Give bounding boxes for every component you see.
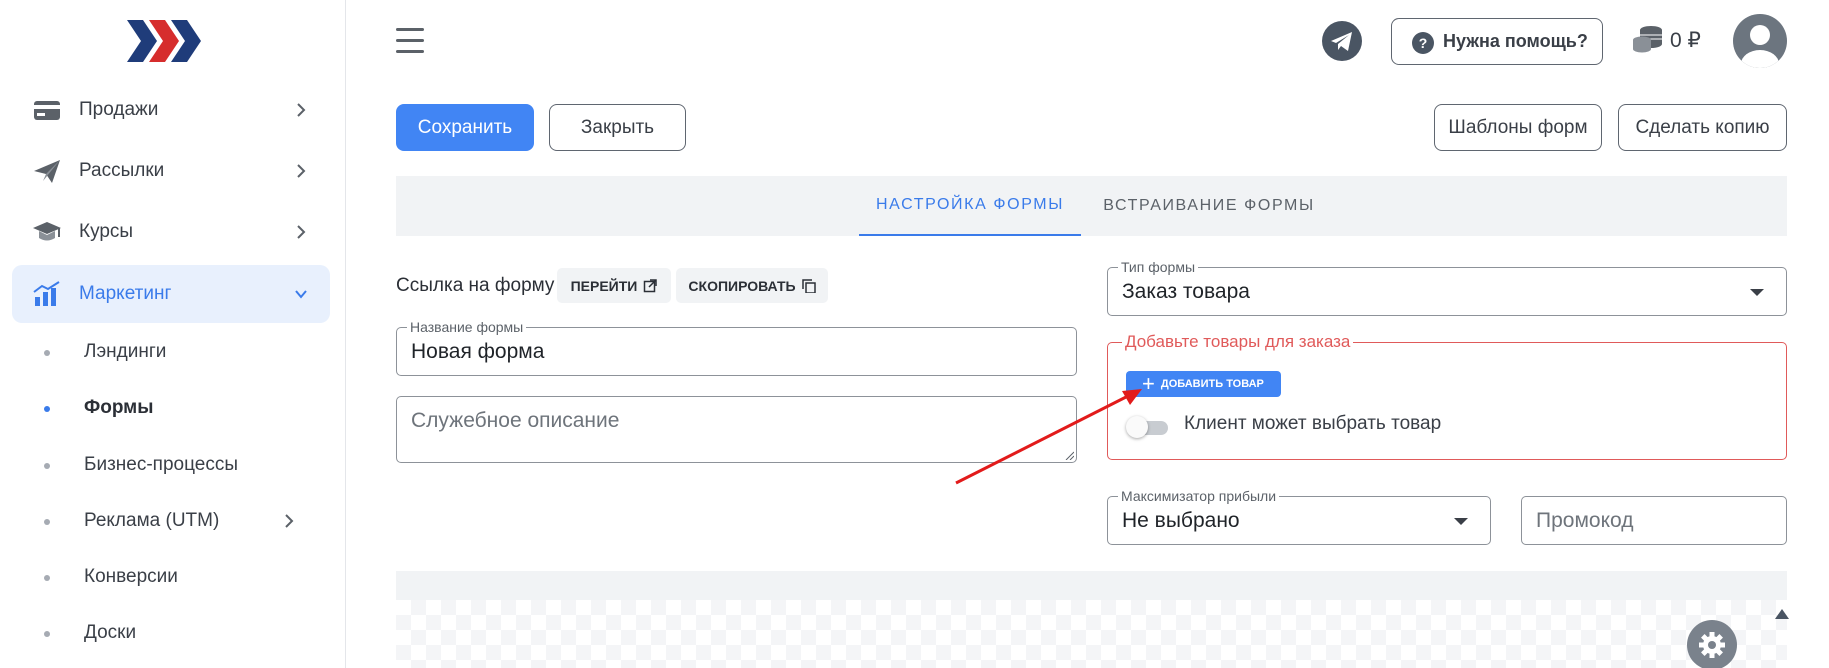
- chevron-down-icon: [294, 285, 308, 303]
- goto-link-button[interactable]: ПЕРЕЙТИ: [557, 268, 671, 303]
- sidebar-subitem-business-processes[interactable]: Бизнес-процессы: [0, 445, 340, 485]
- preview-canvas: [396, 600, 1787, 668]
- sidebar: Продажи Рассылки Курсы Маркетинг Лэндинг…: [0, 0, 346, 668]
- bullet-icon: [44, 575, 50, 581]
- tab-bar: НАСТРОЙКА ФОРМЫ ВСТРАИВАНИЕ ФОРМЫ: [396, 176, 1787, 236]
- sidebar-subitem-label: Реклама (UTM): [84, 510, 220, 531]
- external-link-icon: [644, 278, 658, 292]
- chevron-right-icon: [282, 512, 296, 530]
- help-button[interactable]: ? Нужна помощь?: [1391, 18, 1603, 65]
- question-icon: ?: [1412, 32, 1434, 54]
- sidebar-subitem-utm[interactable]: Реклама (UTM): [0, 501, 340, 541]
- sidebar-item-label: Маркетинг: [79, 283, 172, 304]
- sidebar-subitem-forms[interactable]: Формы: [0, 388, 340, 428]
- form-name-legend: Название формы: [407, 319, 527, 335]
- sidebar-item-marketing[interactable]: Маркетинг: [12, 265, 330, 323]
- help-button-label: Нужна помощь?: [1443, 31, 1588, 51]
- bullet-icon: [44, 463, 50, 469]
- graduation-cap-icon: [32, 218, 62, 246]
- avatar[interactable]: [1733, 14, 1787, 68]
- copy-link-button[interactable]: СКОПИРОВАТЬ: [676, 268, 828, 303]
- client-choice-label: Клиент может выбрать товар: [1184, 413, 1442, 434]
- chevron-right-icon: [294, 162, 308, 180]
- profit-maximizer-value: Не выбрано: [1122, 509, 1240, 532]
- promo-code-placeholder: Промокод: [1536, 509, 1634, 532]
- products-legend: Добавьте товары для заказа: [1122, 332, 1354, 352]
- add-product-label: ДОБАВИТЬ ТОВАР: [1160, 378, 1264, 390]
- sidebar-item-courses[interactable]: Курсы: [12, 203, 330, 261]
- save-button[interactable]: Сохранить: [396, 104, 534, 151]
- paper-plane-icon: [32, 157, 62, 185]
- telegram-icon[interactable]: [1322, 21, 1362, 61]
- sidebar-item-label: Продажи: [79, 99, 159, 120]
- tab-form-settings[interactable]: НАСТРОЙКА ФОРМЫ: [859, 176, 1081, 236]
- sidebar-subitem-landings[interactable]: Лэндинги: [0, 332, 340, 372]
- sidebar-subitem-conversions[interactable]: Конверсии: [0, 557, 340, 597]
- form-name-value: Новая форма: [411, 340, 545, 363]
- bullet-icon: [44, 406, 50, 412]
- products-fieldset: Добавьте товары для заказа + ДОБАВИТЬ ТО…: [1107, 332, 1787, 460]
- sidebar-item-sales[interactable]: Продажи: [12, 81, 330, 139]
- chevron-right-icon: [294, 101, 308, 119]
- promo-code-input[interactable]: Промокод: [1521, 496, 1787, 545]
- profit-maximizer-select[interactable]: Максимизатор прибыли Не выбрано: [1107, 488, 1491, 545]
- dropdown-arrow-icon: [1750, 289, 1764, 296]
- form-type-select[interactable]: Тип формы Заказ товара: [1107, 259, 1787, 316]
- logo-icon[interactable]: [125, 16, 205, 66]
- sidebar-subitem-label: Формы: [84, 397, 154, 418]
- chart-icon: [32, 280, 62, 308]
- copy-icon: [801, 278, 816, 293]
- make-copy-button[interactable]: Сделать копию: [1618, 104, 1787, 151]
- menu-icon[interactable]: [396, 28, 424, 54]
- chevron-right-icon: [294, 223, 308, 241]
- balance-value: 0 ₽: [1670, 29, 1701, 52]
- form-link-label: Ссылка на форму: [396, 275, 555, 296]
- scroll-up-icon[interactable]: [1775, 609, 1789, 619]
- bullet-icon: [44, 631, 50, 637]
- form-name-field[interactable]: Название формы Новая форма: [396, 319, 1077, 376]
- form-templates-button[interactable]: Шаблоны форм: [1434, 104, 1602, 151]
- description-placeholder: Служебное описание: [411, 409, 620, 432]
- sidebar-item-mailings[interactable]: Рассылки: [12, 142, 330, 200]
- dropdown-arrow-icon: [1454, 518, 1468, 525]
- sidebar-subitem-label: Доски: [84, 622, 137, 643]
- sidebar-item-label: Рассылки: [79, 160, 165, 181]
- goto-link-label: ПЕРЕЙТИ: [570, 277, 638, 294]
- copy-link-label: СКОПИРОВАТЬ: [688, 277, 796, 294]
- sidebar-subitem-label: Конверсии: [84, 566, 178, 587]
- profit-maximizer-legend: Максимизатор прибыли: [1118, 488, 1280, 504]
- close-button[interactable]: Закрыть: [549, 104, 686, 151]
- form-type-legend: Тип формы: [1118, 259, 1199, 275]
- form-preview-area: [396, 571, 1787, 668]
- sidebar-subitem-label: Бизнес-процессы: [84, 454, 238, 475]
- credit-card-icon: [32, 96, 62, 124]
- annotation-arrow-icon: [955, 389, 1142, 485]
- coins-icon: [1631, 24, 1665, 54]
- gear-icon[interactable]: [1687, 620, 1737, 668]
- form-type-value: Заказ товара: [1122, 280, 1250, 303]
- bullet-icon: [44, 519, 50, 525]
- tab-form-embedding[interactable]: ВСТРАИВАНИЕ ФОРМЫ: [1101, 176, 1317, 236]
- sidebar-item-label: Курсы: [79, 221, 134, 242]
- bullet-icon: [44, 350, 50, 356]
- sidebar-subitem-boards[interactable]: Доски: [0, 613, 340, 653]
- sidebar-subitem-label: Лэндинги: [84, 341, 167, 362]
